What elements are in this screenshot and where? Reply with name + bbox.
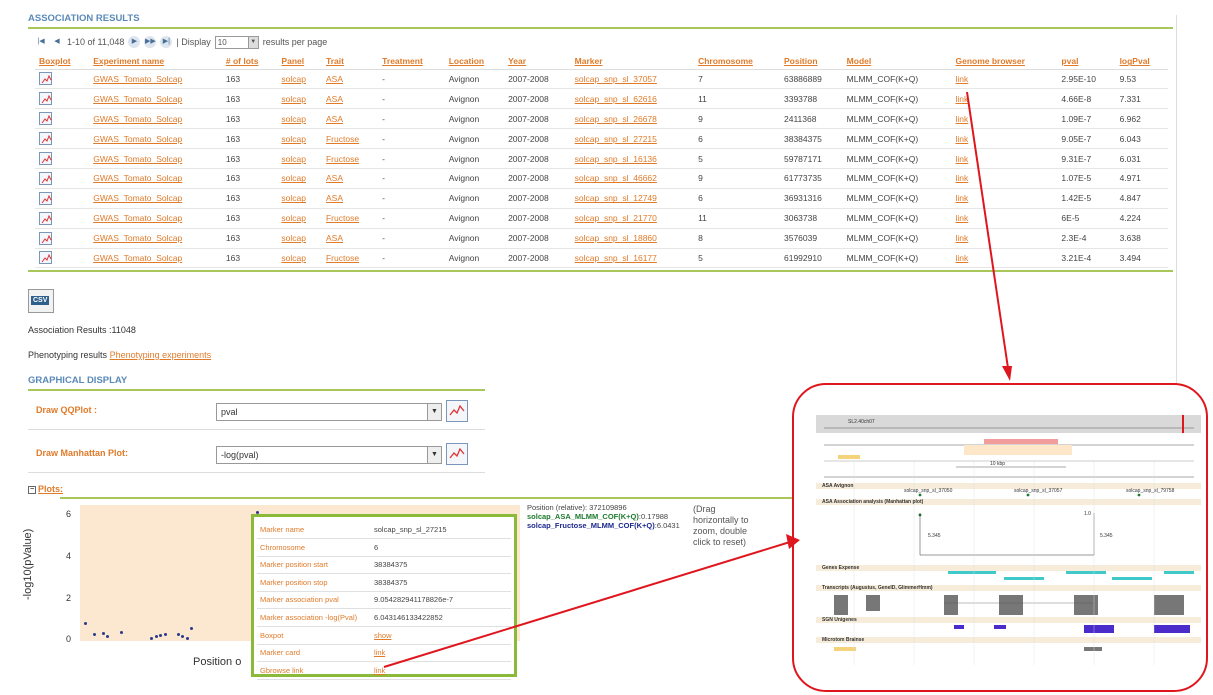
callout-arrows: [383, 91, 1012, 668]
arrow-head-top: [1002, 366, 1012, 381]
arrow-head-bottom: [786, 534, 800, 549]
arrow-line-top: [966, 91, 1009, 369]
arrow-line-bottom: [383, 541, 791, 668]
